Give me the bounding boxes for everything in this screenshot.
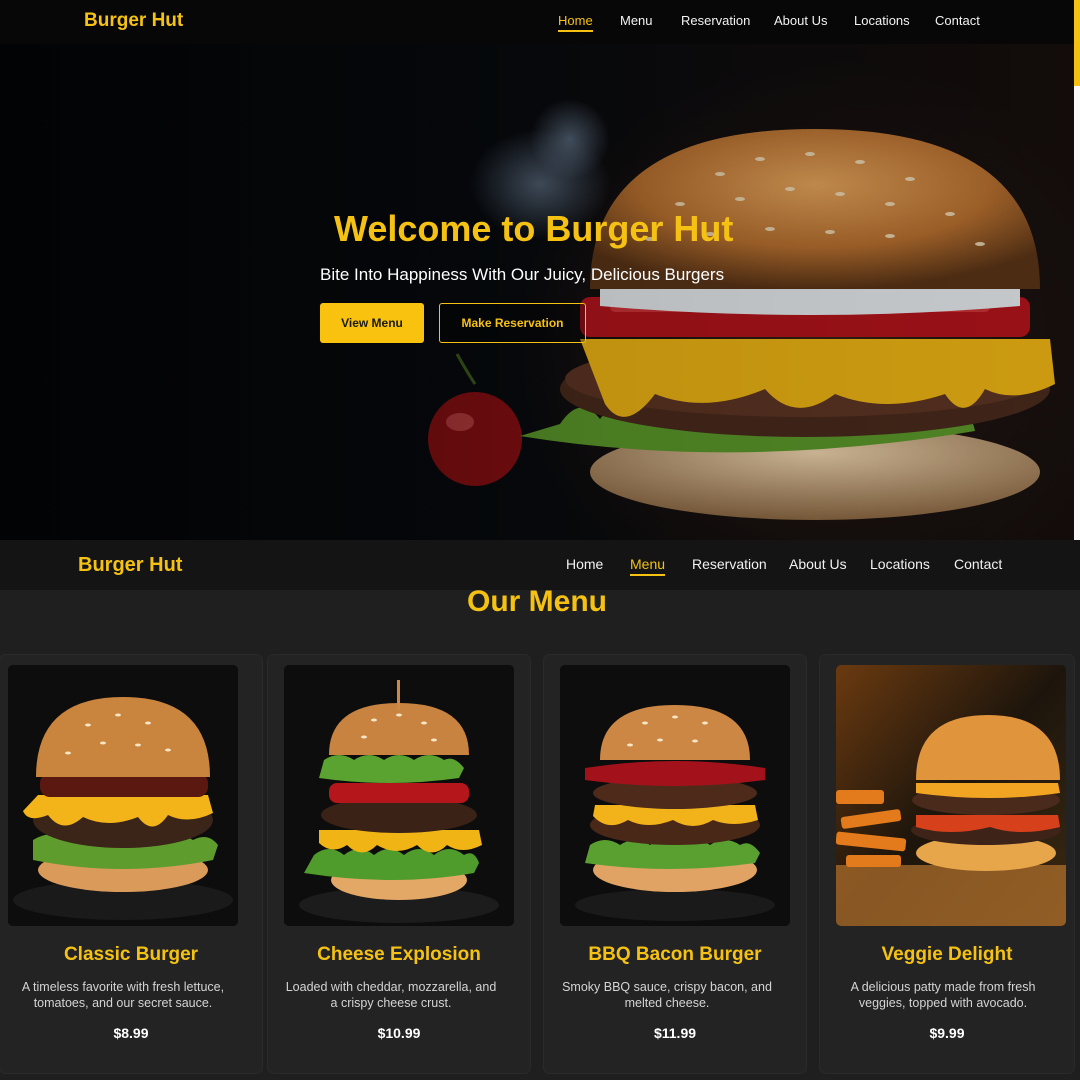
menu-section-title: Our Menu: [467, 585, 607, 618]
menu-item-name: Classic Burger: [63, 944, 199, 965]
menu-item-price: $9.99: [929, 1025, 965, 1041]
nav-contact-link[interactable]: Contact: [935, 13, 980, 28]
nav2-contact-link[interactable]: Contact: [954, 556, 1002, 572]
nav2-home-link[interactable]: Home: [566, 556, 603, 572]
menu-page-nav-links: Home Menu Reservation About Us Locations…: [0, 556, 1080, 578]
nav-locations-link[interactable]: Locations: [854, 13, 910, 28]
menu-item-name: Cheese Explosion: [317, 944, 481, 965]
make-reservation-button[interactable]: Make Reservation: [439, 303, 586, 343]
bbq-bacon-burger-image: [560, 665, 790, 926]
menu-page-navbar: Burger Hut Home Menu Reservation About U…: [0, 540, 1080, 590]
nav-about-link[interactable]: About Us: [774, 13, 827, 28]
menu-item-description: Loaded with cheddar, mozzarella, and a c…: [285, 980, 497, 1010]
nav-home-link[interactable]: Home: [558, 13, 593, 32]
menu-item-price: $8.99: [113, 1025, 149, 1041]
classic-burger-image: [8, 665, 238, 926]
nav2-locations-link[interactable]: Locations: [870, 556, 930, 572]
view-menu-button[interactable]: View Menu: [320, 303, 424, 343]
menu-card-veggie-delight[interactable]: Veggie Delight A delicious patty made fr…: [820, 655, 1074, 1073]
menu-item-price: $10.99: [377, 1025, 421, 1041]
nav2-reservation-link[interactable]: Reservation: [692, 556, 767, 572]
top-nav-links: Home Menu Reservation About Us Locations…: [0, 13, 1074, 33]
menu-item-name: BBQ Bacon Burger: [588, 944, 762, 965]
veggie-delight-image: [836, 665, 1066, 926]
nav-reservation-link[interactable]: Reservation: [681, 13, 750, 28]
hero-section: Welcome to Burger Hut Bite Into Happines…: [0, 44, 1074, 540]
menu-card-classic-burger[interactable]: Classic Burger A timeless favorite with …: [0, 655, 262, 1073]
nav2-menu-link[interactable]: Menu: [630, 556, 666, 576]
top-navbar: Burger Hut Home Menu Reservation About U…: [0, 0, 1074, 44]
menu-item-name: Veggie Delight: [881, 944, 1013, 965]
menu-item-description: A delicious patty made from fresh veggie…: [850, 980, 1036, 1010]
menu-item-description: Smoky BBQ sauce, crispy bacon, and melte…: [562, 980, 772, 1010]
menu-card-bbq-bacon-burger[interactable]: BBQ Bacon Burger Smoky BBQ sauce, crispy…: [544, 655, 806, 1073]
menu-card-cheese-explosion[interactable]: Cheese Explosion Loaded with cheddar, mo…: [268, 655, 530, 1073]
menu-item-price: $11.99: [653, 1025, 697, 1041]
nav2-about-link[interactable]: About Us: [789, 556, 847, 572]
nav-menu-link[interactable]: Menu: [620, 13, 653, 28]
menu-item-description: A timeless favorite with fresh lettuce, …: [21, 980, 225, 1010]
hero-subtitle: Bite Into Happiness With Our Juicy, Deli…: [320, 265, 725, 284]
cheese-explosion-image: [284, 665, 514, 926]
scrollbar-thumb[interactable]: [1074, 0, 1080, 86]
hero-title: Welcome to Burger Hut: [334, 208, 734, 249]
hero-overlay: [0, 44, 1074, 540]
